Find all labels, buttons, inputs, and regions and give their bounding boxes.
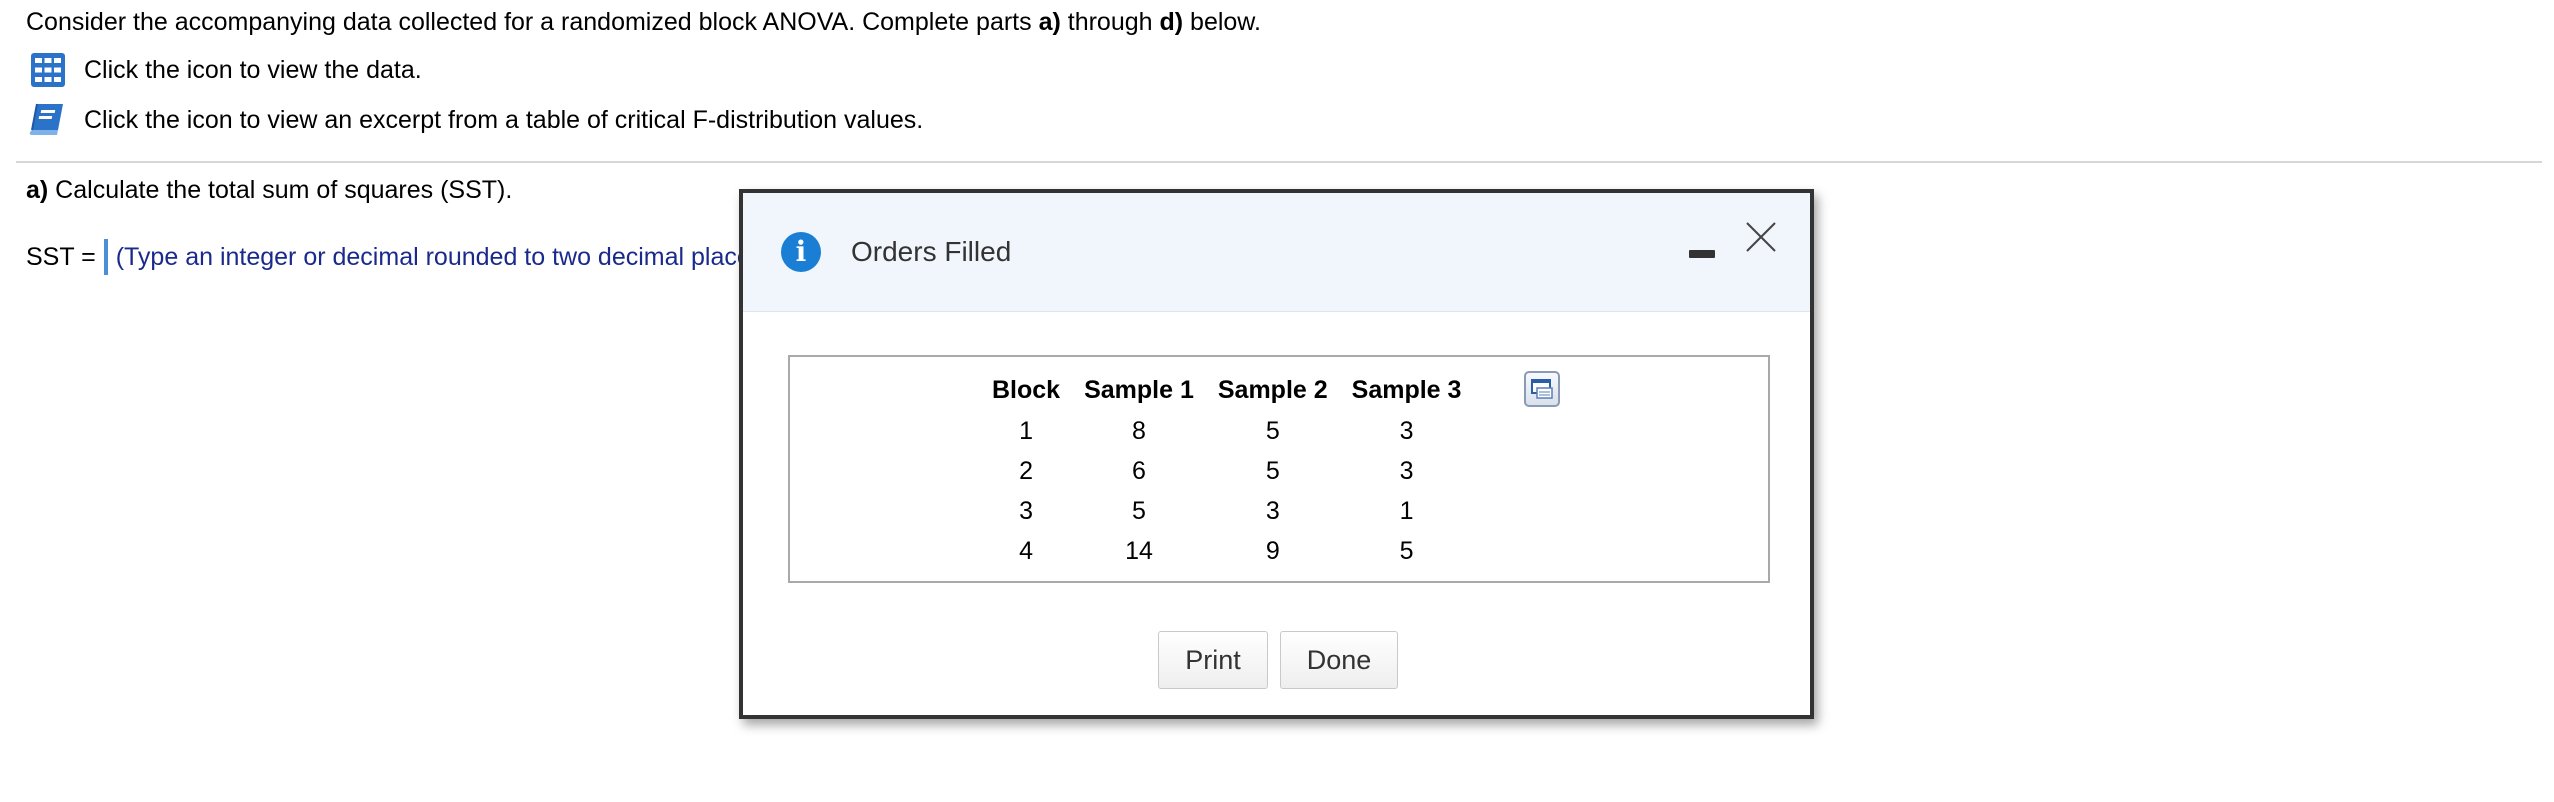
column-header-sample-1: Sample 1 xyxy=(1084,375,1194,404)
table-cell: 9 xyxy=(1265,536,1280,565)
close-icon xyxy=(1746,222,1776,252)
book-icon[interactable] xyxy=(28,100,68,140)
info-icon: i xyxy=(781,232,821,272)
intro-text-3: below. xyxy=(1183,8,1261,36)
column-header-block: Block xyxy=(992,375,1061,404)
table-cell: 1 xyxy=(1399,496,1414,525)
table-row: 1 8 5 3 xyxy=(980,411,1473,451)
close-button[interactable] xyxy=(1741,217,1781,257)
table-cell: 3 xyxy=(1399,456,1414,485)
table-cell: 6 xyxy=(1132,456,1146,485)
column-header-sample-3: Sample 3 xyxy=(1351,375,1462,404)
done-button[interactable]: Done xyxy=(1280,631,1398,689)
data-grid-icon[interactable] xyxy=(28,50,68,90)
sst-label: SST = xyxy=(26,242,96,271)
dialog-title: Orders Filled xyxy=(851,236,1012,267)
orders-table: Block Sample 1 Sample 2 Sample 3 1 8 5 3… xyxy=(980,369,1473,571)
table-cell: 5 xyxy=(1265,456,1280,485)
minimize-icon xyxy=(1689,250,1715,258)
view-f-table-text: Click the icon to view an excerpt from a… xyxy=(84,105,924,134)
view-data-text: Click the icon to view the data. xyxy=(84,55,422,84)
part-a-prompt: a) Calculate the total sum of squares (S… xyxy=(26,174,512,206)
part-a-text: Calculate the total sum of squares (SST)… xyxy=(48,176,513,204)
table-cell: 5 xyxy=(1265,416,1280,445)
table-cell: 3 xyxy=(1019,496,1033,525)
table-cell: 5 xyxy=(1399,536,1414,565)
minimize-button[interactable] xyxy=(1687,241,1719,265)
question-intro: Consider the accompanying data collected… xyxy=(26,6,1261,38)
intro-text-1: Consider the accompanying data collected… xyxy=(26,8,1039,36)
table-row: 4 14 9 5 xyxy=(980,531,1473,571)
table-row: 2 6 5 3 xyxy=(980,451,1473,491)
table-cell: 4 xyxy=(1019,536,1033,565)
data-table-frame: Block Sample 1 Sample 2 Sample 3 1 8 5 3… xyxy=(788,355,1770,583)
intro-bold-a: a) xyxy=(1038,8,1061,36)
copy-to-spreadsheet-icon[interactable] xyxy=(1524,371,1560,407)
sst-answer-line: SST = (Type an integer or decimal rounde… xyxy=(26,236,746,278)
table-cell: 3 xyxy=(1399,416,1414,445)
table-row: 3 5 3 1 xyxy=(980,491,1473,531)
view-data-row: Click the icon to view the data. xyxy=(28,48,422,92)
table-cell: 8 xyxy=(1132,416,1146,445)
table-cell: 3 xyxy=(1265,496,1280,525)
view-f-table-row: Click the icon to view an excerpt from a… xyxy=(28,98,923,142)
dialog-header: i Orders Filled xyxy=(743,193,1810,312)
table-cell: 1 xyxy=(1019,416,1033,445)
table-cell: 5 xyxy=(1132,496,1146,525)
intro-bold-d: d) xyxy=(1159,8,1184,36)
sst-answer-input[interactable] xyxy=(103,239,108,275)
sst-hint: (Type an integer or decimal rounded to t… xyxy=(115,242,746,271)
orders-filled-dialog: i Orders Filled Block Sample 1 Sample 2 … xyxy=(739,189,1814,719)
part-a-label: a) xyxy=(26,176,49,204)
table-cell: 2 xyxy=(1019,456,1033,485)
print-button[interactable]: Print xyxy=(1158,631,1268,689)
table-cell: 14 xyxy=(1125,536,1153,565)
table-header-row: Block Sample 1 Sample 2 Sample 3 xyxy=(980,369,1473,411)
intro-text-2: through xyxy=(1060,8,1160,36)
column-header-sample-2: Sample 2 xyxy=(1217,375,1328,404)
section-divider xyxy=(16,161,2542,163)
